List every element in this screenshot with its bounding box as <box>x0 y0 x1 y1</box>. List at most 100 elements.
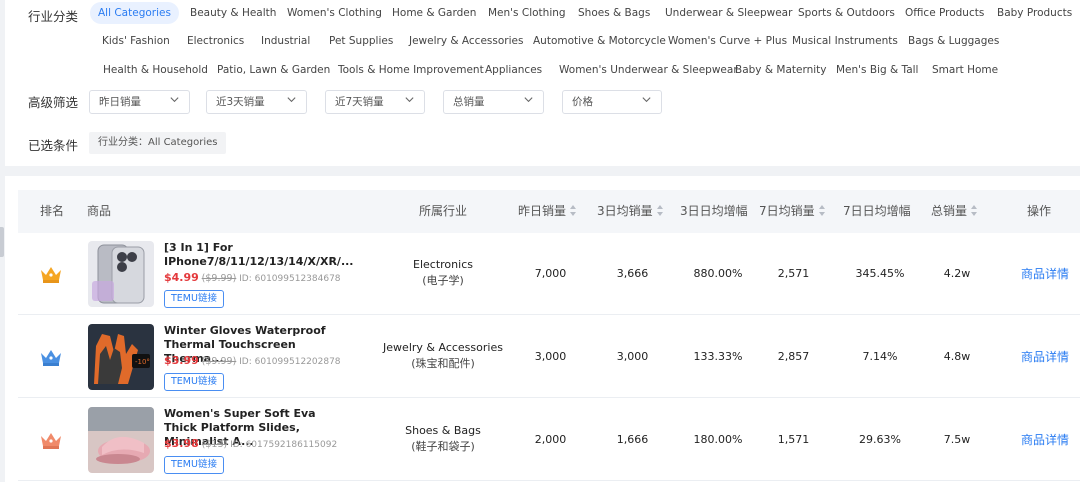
category-chip[interactable]: Women's Underwear & Sleepwear <box>551 59 746 81</box>
header-label: 总销量 <box>931 204 968 218</box>
industry-cn: (鞋子和袋子) <box>411 440 475 453</box>
crown-rank-1-icon <box>41 267 61 283</box>
category-chip[interactable]: Women's Curve + Plus <box>660 30 795 52</box>
sort-icon <box>570 205 577 216</box>
total-sales-dropdown[interactable]: 总销量 <box>443 90 544 114</box>
7day-sales-dropdown[interactable]: 近7天销量 <box>325 90 425 114</box>
category-chip[interactable]: Kids' Fashion <box>94 30 178 52</box>
category-chip[interactable]: Jewelry & Accessories <box>401 30 531 52</box>
svg-text:-10°: -10° <box>135 358 150 366</box>
industry-cell: Shoes & Bags (鞋子和袋子) <box>378 423 508 455</box>
dropdown-label: 昨日销量 <box>99 96 141 108</box>
3day-growth-value: 180.00% <box>693 433 743 446</box>
industry-cell: Jewelry & Accessories (珠宝和配件) <box>378 340 508 372</box>
sort-icon <box>656 205 664 216</box>
category-chip[interactable]: Baby Products <box>989 2 1080 24</box>
product-title[interactable]: [3 In 1] For IPhone7/8/11/12/13/14/X/XR/… <box>164 241 353 269</box>
temu-link-button[interactable]: TEMU链接 <box>164 456 224 474</box>
ranking-table: 排名 商品 所属行业 昨日销量 3日均销量 3日日均增幅 7日均销量 7日日均增… <box>5 176 1080 482</box>
category-chip[interactable]: Automotive & Motorcycle <box>525 30 674 52</box>
category-chip[interactable]: Baby & Maternity <box>727 59 835 81</box>
yesterday-sales-value: 2,000 <box>534 433 567 446</box>
total-sales-value: 4.2w <box>943 267 971 280</box>
chevron-down-icon <box>170 97 179 103</box>
category-chip[interactable]: Shoes & Bags <box>570 2 658 24</box>
industry-en: Shoes & Bags <box>405 424 481 437</box>
dropdown-label: 近7天销量 <box>335 96 384 108</box>
category-chip[interactable]: Appliances <box>477 59 550 81</box>
price-line: $3.98 ($13) ID: 6017592186115092 <box>164 437 337 450</box>
sort-icon <box>818 205 826 216</box>
product-detail-link[interactable]: 商品详情 <box>1010 316 1080 398</box>
header-7day-avg[interactable]: 7日均销量 <box>759 190 826 233</box>
category-chip[interactable]: Industrial <box>253 30 318 52</box>
7day-growth-value: 29.63% <box>859 433 901 446</box>
product-image[interactable]: -10° <box>88 324 154 390</box>
header-total-sales[interactable]: 总销量 <box>931 190 978 233</box>
category-chip[interactable]: Patio, Lawn & Garden <box>209 59 338 81</box>
header-industry: 所属行业 <box>419 204 468 218</box>
header-label: 昨日销量 <box>518 204 567 218</box>
category-chip[interactable]: Underwear & Sleepwear <box>657 2 800 24</box>
header-7day-growth: 7日日均增幅 <box>843 204 911 218</box>
industry-en: Jewelry & Accessories <box>383 341 503 354</box>
yesterday-sales-dropdown[interactable]: 昨日销量 <box>89 90 190 114</box>
7day-growth-value: 345.45% <box>855 267 905 280</box>
table-row: [3 In 1] For IPhone7/8/11/12/13/14/X/XR/… <box>18 233 1080 315</box>
category-chip[interactable]: Women's Clothing <box>279 2 390 24</box>
product-id: ID: 601099512384678 <box>239 274 341 284</box>
category-chip-all[interactable]: All Categories <box>90 2 179 24</box>
category-chip[interactable]: Sports & Outdoors <box>790 2 903 24</box>
industry-cn: (电子学) <box>422 274 464 287</box>
temu-link-button[interactable]: TEMU链接 <box>164 290 224 308</box>
category-chip[interactable]: Bags & Luggages <box>900 30 1007 52</box>
chevron-down-icon <box>524 97 533 103</box>
current-price: $3.99 <box>164 354 199 367</box>
crown-rank-3-icon <box>41 433 61 449</box>
header-action: 操作 <box>1027 204 1052 218</box>
category-chip[interactable]: Pet Supplies <box>321 30 401 52</box>
header-yesterday-sales[interactable]: 昨日销量 <box>518 190 577 233</box>
category-chip[interactable]: Health & Household <box>95 59 216 81</box>
filter-panel: 行业分类 All Categories Beauty & Health Wome… <box>5 0 1080 166</box>
product-image[interactable] <box>88 407 154 473</box>
category-chip[interactable]: Beauty & Health <box>182 2 284 24</box>
3day-avg-value: 1,666 <box>616 433 649 446</box>
temu-link-button[interactable]: TEMU链接 <box>164 373 224 391</box>
product-detail-link[interactable]: 商品详情 <box>1010 233 1080 315</box>
selected-conditions-label: 已选条件 <box>28 138 79 153</box>
yesterday-sales-value: 3,000 <box>534 350 567 363</box>
price-dropdown[interactable]: 价格 <box>562 90 662 114</box>
total-sales-value: 4.8w <box>943 350 971 363</box>
category-chip[interactable]: Electronics <box>179 30 252 52</box>
chevron-down-icon <box>405 97 414 103</box>
category-chip[interactable]: Office Products <box>897 2 992 24</box>
industry-cell: Electronics (电子学) <box>378 257 508 289</box>
current-price: $4.99 <box>164 271 199 284</box>
7day-avg-value: 2,857 <box>777 350 810 363</box>
category-chip[interactable]: Men's Clothing <box>480 2 574 24</box>
product-detail-link[interactable]: 商品详情 <box>1010 399 1080 481</box>
category-chip[interactable]: Men's Big & Tall <box>828 59 926 81</box>
category-chip[interactable]: Tools & Home Improvement <box>330 59 492 81</box>
product-id: ID: 6017592186115092 <box>230 440 338 450</box>
7day-avg-value: 2,571 <box>777 267 810 280</box>
price-line: $3.99 ($9.99) ID: 601099512202878 <box>164 354 341 367</box>
advanced-filter-label: 高级筛选 <box>28 95 79 110</box>
sidebar-collapse-handle[interactable] <box>0 227 4 257</box>
yesterday-sales-value: 7,000 <box>534 267 567 280</box>
category-chip[interactable]: Smart Home <box>924 59 1006 81</box>
product-image[interactable] <box>88 241 154 307</box>
selected-condition-tag[interactable]: 行业分类：All Categories <box>89 132 227 154</box>
industry-en: Electronics <box>413 258 473 271</box>
category-chip[interactable]: Musical Instruments <box>784 30 906 52</box>
3day-avg-value: 3,000 <box>616 350 649 363</box>
dropdown-label: 价格 <box>572 96 593 108</box>
header-3day-avg[interactable]: 3日均销量 <box>597 190 664 233</box>
category-chip[interactable]: Home & Garden <box>384 2 484 24</box>
total-sales-value: 7.5w <box>943 433 971 446</box>
3day-growth-value: 880.00% <box>693 267 743 280</box>
table-header: 排名 商品 所属行业 昨日销量 3日均销量 3日日均增幅 7日均销量 7日日均增… <box>18 190 1080 233</box>
3day-sales-dropdown[interactable]: 近3天销量 <box>206 90 307 114</box>
dropdown-label: 总销量 <box>453 96 485 108</box>
